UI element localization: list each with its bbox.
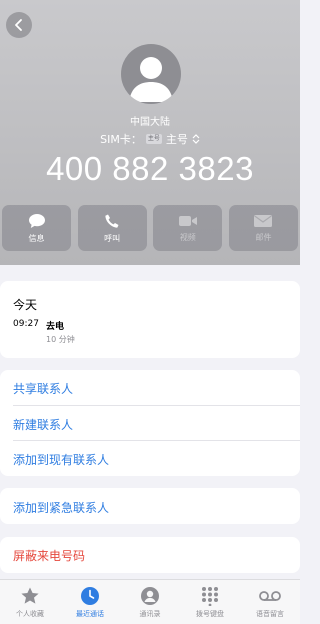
block-caller-link[interactable]: 屏蔽来电号码 bbox=[13, 547, 85, 564]
sim-selector[interactable]: SIM卡： 主号 主号 bbox=[0, 131, 300, 147]
tab-recents[interactable]: 最近通话 bbox=[60, 580, 120, 624]
tab-favorites-label: 个人收藏 bbox=[16, 610, 44, 618]
add-existing-contact-link[interactable]: 添加到现有联系人 bbox=[13, 451, 109, 468]
mail-label: 邮件 bbox=[255, 232, 272, 242]
call-label: 呼叫 bbox=[104, 233, 121, 243]
mail-icon bbox=[254, 214, 273, 227]
tab-contacts-label: 通讯录 bbox=[139, 610, 161, 618]
tab-keypad-label: 拨号键盘 bbox=[196, 610, 224, 618]
contact-actions-card: 共享联系人 新建联系人 添加到现有联系人 bbox=[0, 370, 300, 476]
tab-voicemail[interactable]: 语音留言 bbox=[240, 580, 300, 624]
back-button[interactable] bbox=[6, 12, 32, 38]
person-icon bbox=[141, 587, 159, 605]
call-time: 09:27 bbox=[13, 319, 39, 329]
phone-number: 400 882 3823 bbox=[46, 150, 254, 187]
message-button[interactable]: 信息 bbox=[2, 205, 71, 251]
video-button[interactable]: 视频 bbox=[153, 205, 223, 251]
chevron-left-icon bbox=[15, 19, 22, 31]
region-label: 中国大陆 bbox=[130, 117, 170, 128]
sim-badge: 主号 bbox=[145, 134, 162, 144]
recent-day: 今天 bbox=[13, 298, 38, 312]
keypad-icon bbox=[202, 587, 218, 606]
call-type: 去电 bbox=[46, 322, 65, 332]
chevron-updown-icon bbox=[192, 134, 200, 144]
sim-value: 主号 bbox=[165, 133, 188, 146]
tab-voicemail-label: 语音留言 bbox=[256, 610, 284, 618]
divider bbox=[13, 405, 300, 406]
phone-icon bbox=[105, 214, 119, 228]
block-card: 屏蔽来电号码 bbox=[0, 537, 300, 573]
recent-calls-card: 今天 09:27 去电 10 分钟 bbox=[0, 281, 300, 358]
action-buttons: 信息 呼叫 视频 邮件 bbox=[2, 205, 298, 251]
clock-icon bbox=[81, 587, 99, 605]
tab-bar: 个人收藏 最近通话 通讯录 拨号键盘 语音留言 bbox=[0, 579, 300, 624]
video-icon bbox=[178, 215, 197, 226]
sim-label: SIM卡： bbox=[100, 133, 142, 146]
avatar bbox=[121, 44, 181, 104]
new-contact-link[interactable]: 新建联系人 bbox=[13, 416, 73, 433]
star-icon bbox=[21, 587, 39, 604]
contact-header: 中国大陆 SIM卡： 主号 主号 400 882 3823 信息 呼叫 视频 邮… bbox=[0, 0, 300, 265]
add-emergency-contact-link[interactable]: 添加到紧急联系人 bbox=[13, 499, 109, 516]
emergency-card: 添加到紧急联系人 bbox=[0, 488, 300, 524]
message-icon bbox=[28, 213, 45, 228]
voicemail-icon bbox=[259, 591, 281, 601]
tab-recents-label: 最近通话 bbox=[76, 610, 104, 618]
tab-favorites[interactable]: 个人收藏 bbox=[0, 580, 60, 624]
mail-button[interactable]: 邮件 bbox=[228, 205, 298, 251]
call-duration: 10 分钟 bbox=[46, 335, 75, 344]
call-button[interactable]: 呼叫 bbox=[77, 205, 147, 251]
divider bbox=[13, 440, 300, 441]
person-silhouette-icon bbox=[129, 57, 173, 102]
tab-contacts[interactable]: 通讯录 bbox=[120, 580, 180, 624]
share-contact-link[interactable]: 共享联系人 bbox=[13, 380, 73, 397]
tab-keypad[interactable]: 拨号键盘 bbox=[180, 580, 240, 624]
message-label: 信息 bbox=[28, 233, 45, 243]
video-label: 视频 bbox=[179, 232, 196, 242]
